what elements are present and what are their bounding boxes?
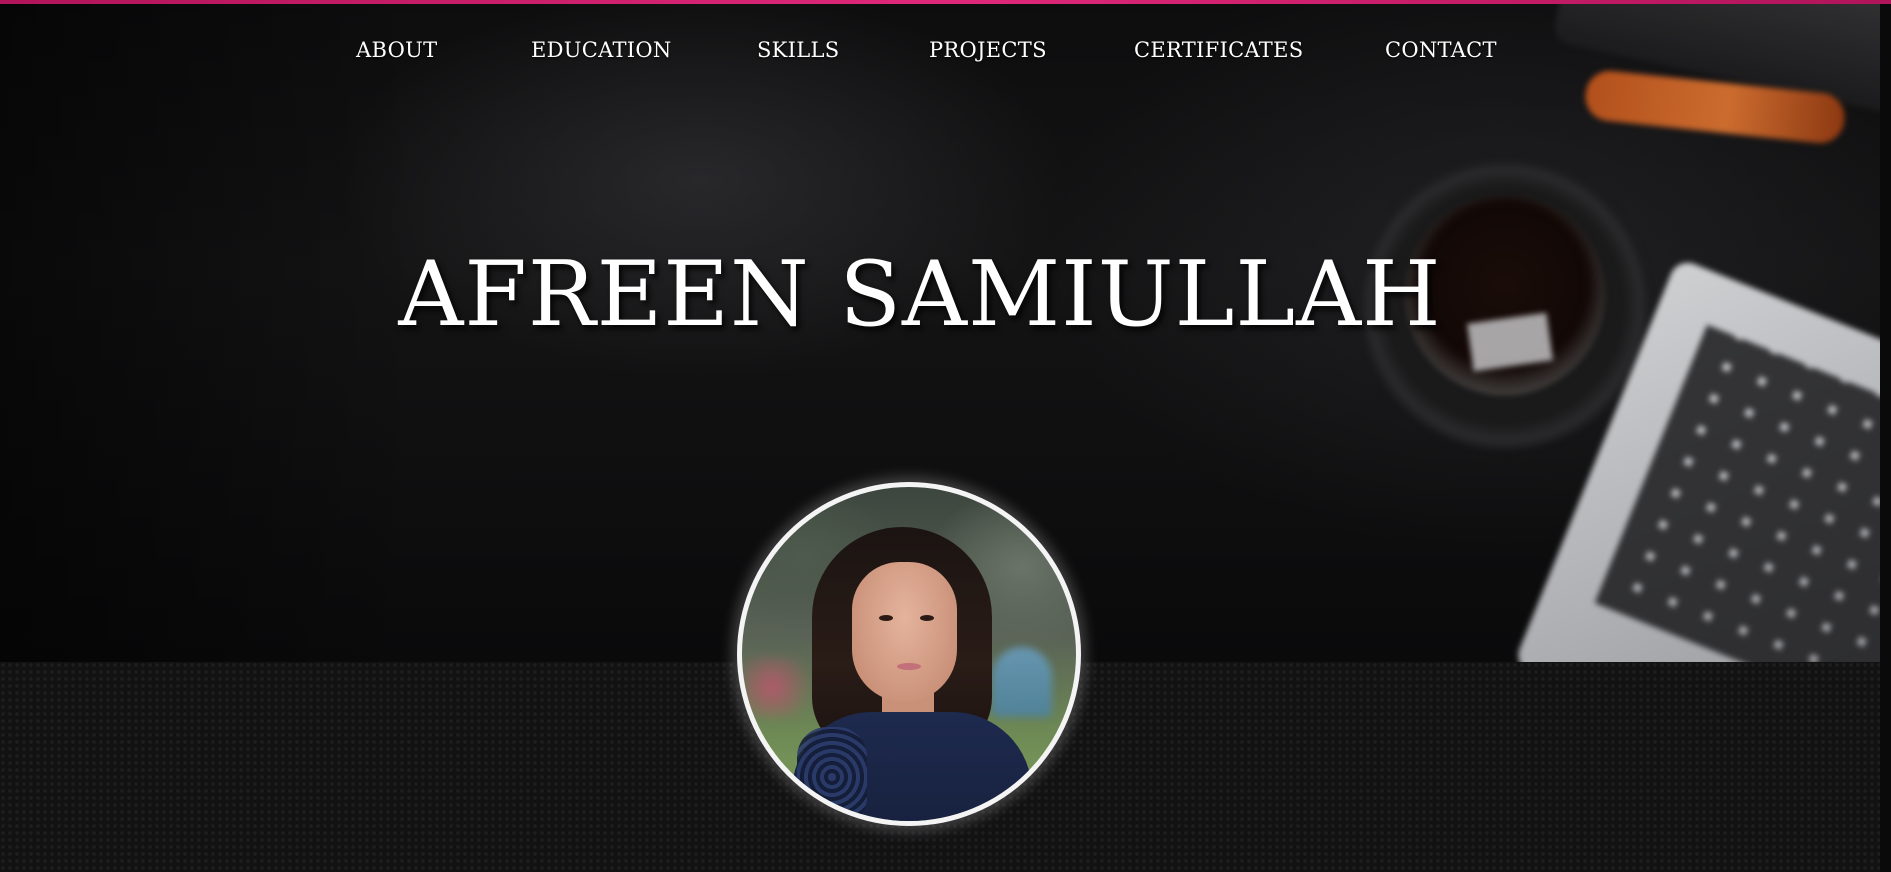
- page-edge: [1880, 0, 1891, 872]
- photo-eye-left: [879, 615, 893, 621]
- nav-about[interactable]: ABOUT: [356, 38, 437, 62]
- portfolio-page: ABOUT EDUCATION SKILLS PROJECTS CERTIFIC…: [0, 0, 1891, 872]
- nav-skills[interactable]: SKILLS: [757, 38, 839, 62]
- main-nav: ABOUT EDUCATION SKILLS PROJECTS CERTIFIC…: [0, 38, 1880, 68]
- nav-projects[interactable]: PROJECTS: [929, 38, 1047, 62]
- nav-certificates[interactable]: CERTIFICATES: [1134, 38, 1303, 62]
- photo-lace-sleeve: [797, 727, 867, 821]
- photo-eye-right: [920, 615, 934, 621]
- profile-photo: [742, 487, 1076, 821]
- nav-education[interactable]: EDUCATION: [531, 38, 672, 62]
- page-title: AFREEN SAMIULLAH: [398, 242, 1442, 347]
- photo-background-flowers: [742, 657, 822, 717]
- photo-face: [852, 562, 957, 702]
- nav-contact[interactable]: CONTACT: [1385, 38, 1497, 62]
- photo-background-people: [992, 647, 1052, 717]
- photo-lips: [897, 663, 921, 670]
- avatar: [737, 482, 1081, 826]
- top-accent-bar: [0, 0, 1891, 4]
